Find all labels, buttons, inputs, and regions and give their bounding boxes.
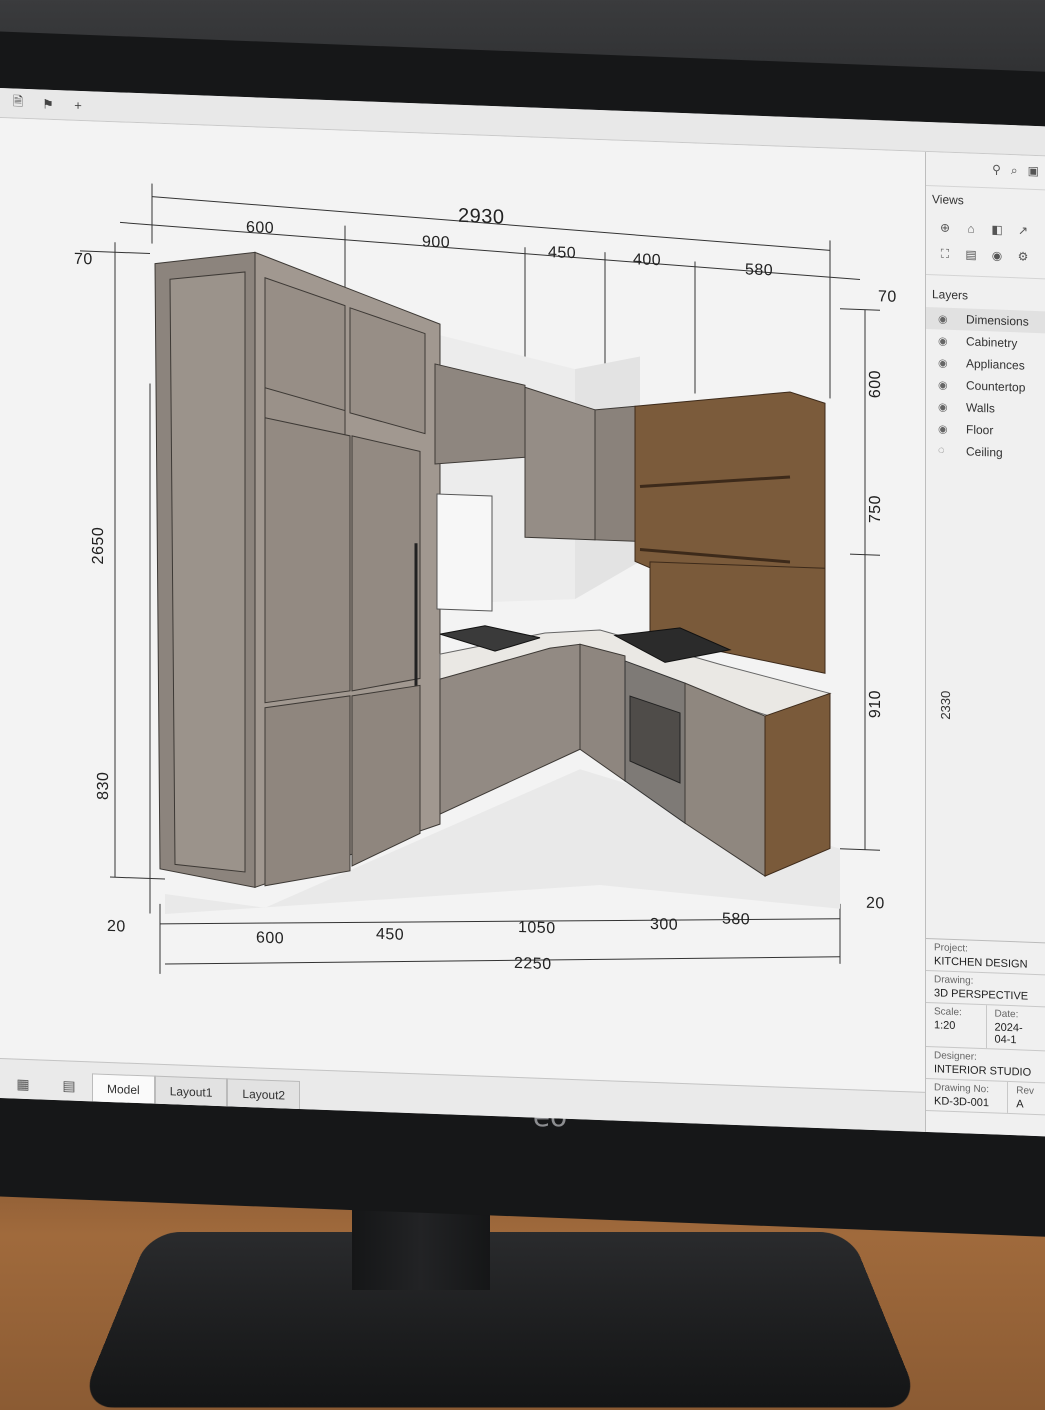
view-more-icon[interactable]: ▯ (1038, 246, 1045, 269)
panel-menu-icon[interactable]: ▣ (1028, 164, 1039, 189)
file-icon[interactable]: 🗎 (10, 92, 26, 115)
title-block-project: Project: KITCHEN DESIGN (926, 938, 1045, 976)
view-iso-icon[interactable]: ↗ (1012, 219, 1034, 242)
title-block-designer: Designer: INTERIOR STUDIO (926, 1046, 1045, 1084)
plus-icon[interactable]: + (70, 98, 86, 114)
layer-label: Ceiling (966, 444, 1003, 460)
dim-bottom-overall: 2250 (514, 954, 552, 974)
dim-right-upper: 600 (867, 369, 885, 399)
title-block-drawing: Drawing: 3D PERSPECTIVE (926, 970, 1045, 1008)
layers-list: ◉ Dimensions ◉ Cabinetry ◉ Appliances ◉ … (926, 306, 1045, 465)
dim-top-seg-1: 600 (246, 219, 275, 238)
view-frame-icon[interactable]: ▤ (960, 243, 982, 266)
flag-icon[interactable]: ⚑ (40, 96, 56, 113)
view-front-icon[interactable]: ⌂ (960, 217, 982, 240)
dim-bottom-seg-5: 580 (722, 910, 751, 929)
kitchen-drawing (80, 183, 880, 974)
layer-label: Cabinetry (966, 334, 1018, 351)
dim-right-lower: 910 (867, 689, 885, 719)
layer-label: Countertop (966, 378, 1026, 395)
dim-bottom-seg-3: 1050 (518, 918, 556, 938)
layer-label: Appliances (966, 356, 1025, 373)
eye-icon[interactable]: ◉ (938, 312, 952, 326)
layer-label: Dimensions (966, 312, 1029, 329)
view-camera-icon[interactable]: ◉ (986, 244, 1008, 267)
dim-top-seg-4: 400 (633, 251, 662, 270)
view-render-icon[interactable]: ⚙ (1012, 245, 1034, 268)
zoom-icon[interactable]: ⌕ (1011, 163, 1018, 188)
title-block-date: Date: 2024-04-1 (985, 1005, 1045, 1051)
title-block-drawing-no: Drawing No: KD-3D-001 (934, 1082, 990, 1110)
dim-right-bottom-offset: 20 (866, 894, 885, 913)
monitor-stand-base (78, 1232, 922, 1408)
dim-left-height: 2650 (89, 526, 107, 565)
layer-label: Walls (966, 400, 995, 416)
dim-right-middle: 750 (867, 494, 885, 524)
dim-top-seg-5: 580 (745, 261, 774, 280)
table-icon[interactable]: ▤ (46, 1070, 92, 1102)
title-block-scale: Scale: 1:20 (934, 1006, 962, 1033)
dim-right-top-offset: 70 (878, 288, 897, 306)
eye-icon[interactable]: ◉ (938, 334, 952, 348)
panel-side-dimension: 2330 (937, 690, 953, 720)
right-panel: ⚲ ⌕ ▣ Views ⊕ ⌂ ◧ ↗ ▯ ⛶ ▤ ◉ ⚙ ▯ Layers ◉… (925, 151, 1045, 1137)
layer-row-ceiling[interactable]: ◌ Ceiling (926, 439, 1045, 465)
view-side-icon[interactable]: ◧ (986, 218, 1008, 241)
tab-layout1[interactable]: Layout1 (154, 1075, 228, 1107)
dim-left-bottom-offset: 20 (107, 917, 126, 936)
tab-model[interactable]: Model (92, 1073, 155, 1104)
eye-icon[interactable]: ◉ (938, 356, 952, 370)
view-fit-icon[interactable]: ⛶ (934, 242, 956, 265)
title-block-scale-date: Scale: 1:20 Date: 2024-04-1 (926, 1002, 1045, 1052)
dim-top-seg-3: 450 (548, 244, 577, 263)
dim-top-overall: 2930 (458, 204, 505, 229)
title-block-rev: Rev A (1007, 1081, 1045, 1115)
eye-icon[interactable]: ◉ (938, 400, 952, 414)
layer-label: Floor (966, 422, 994, 438)
dim-bottom-seg-1: 600 (256, 929, 285, 948)
eye-icon[interactable]: ◉ (938, 422, 952, 436)
dim-bottom-seg-2: 450 (376, 925, 405, 944)
eye-hidden-icon[interactable]: ◌ (938, 444, 952, 457)
dim-left-base: 830 (95, 771, 113, 801)
tab-layout2[interactable]: Layout2 (227, 1078, 301, 1110)
dim-left-top-offset: 70 (74, 250, 93, 269)
view-extra-icon[interactable]: ▯ (1038, 220, 1045, 243)
title-block: Project: KITCHEN DESIGN Drawing: 3D PERS… (926, 937, 1045, 1116)
dim-bottom-seg-4: 300 (650, 915, 679, 934)
search-icon[interactable]: ⚲ (992, 162, 1001, 187)
view-top-icon[interactable]: ⊕ (934, 216, 956, 239)
eye-icon[interactable]: ◉ (938, 378, 952, 392)
panel-top-icons: ⚲ ⌕ ▣ (926, 151, 1045, 191)
model-canvas[interactable]: 2930 600 900 450 400 580 70 2650 830 20 … (0, 118, 925, 1092)
dim-top-seg-2: 900 (422, 233, 451, 252)
grid-icon[interactable]: ▦ (0, 1068, 46, 1100)
title-block-drawing-no-rev: Drawing No: KD-3D-001 Rev A (926, 1078, 1045, 1116)
views-grid: ⊕ ⌂ ◧ ↗ ▯ ⛶ ▤ ◉ ⚙ ▯ (926, 211, 1045, 280)
screen: 🗎 ⚑ + 2930 600 900 450 400 580 70 2650 8… (0, 88, 1045, 1137)
